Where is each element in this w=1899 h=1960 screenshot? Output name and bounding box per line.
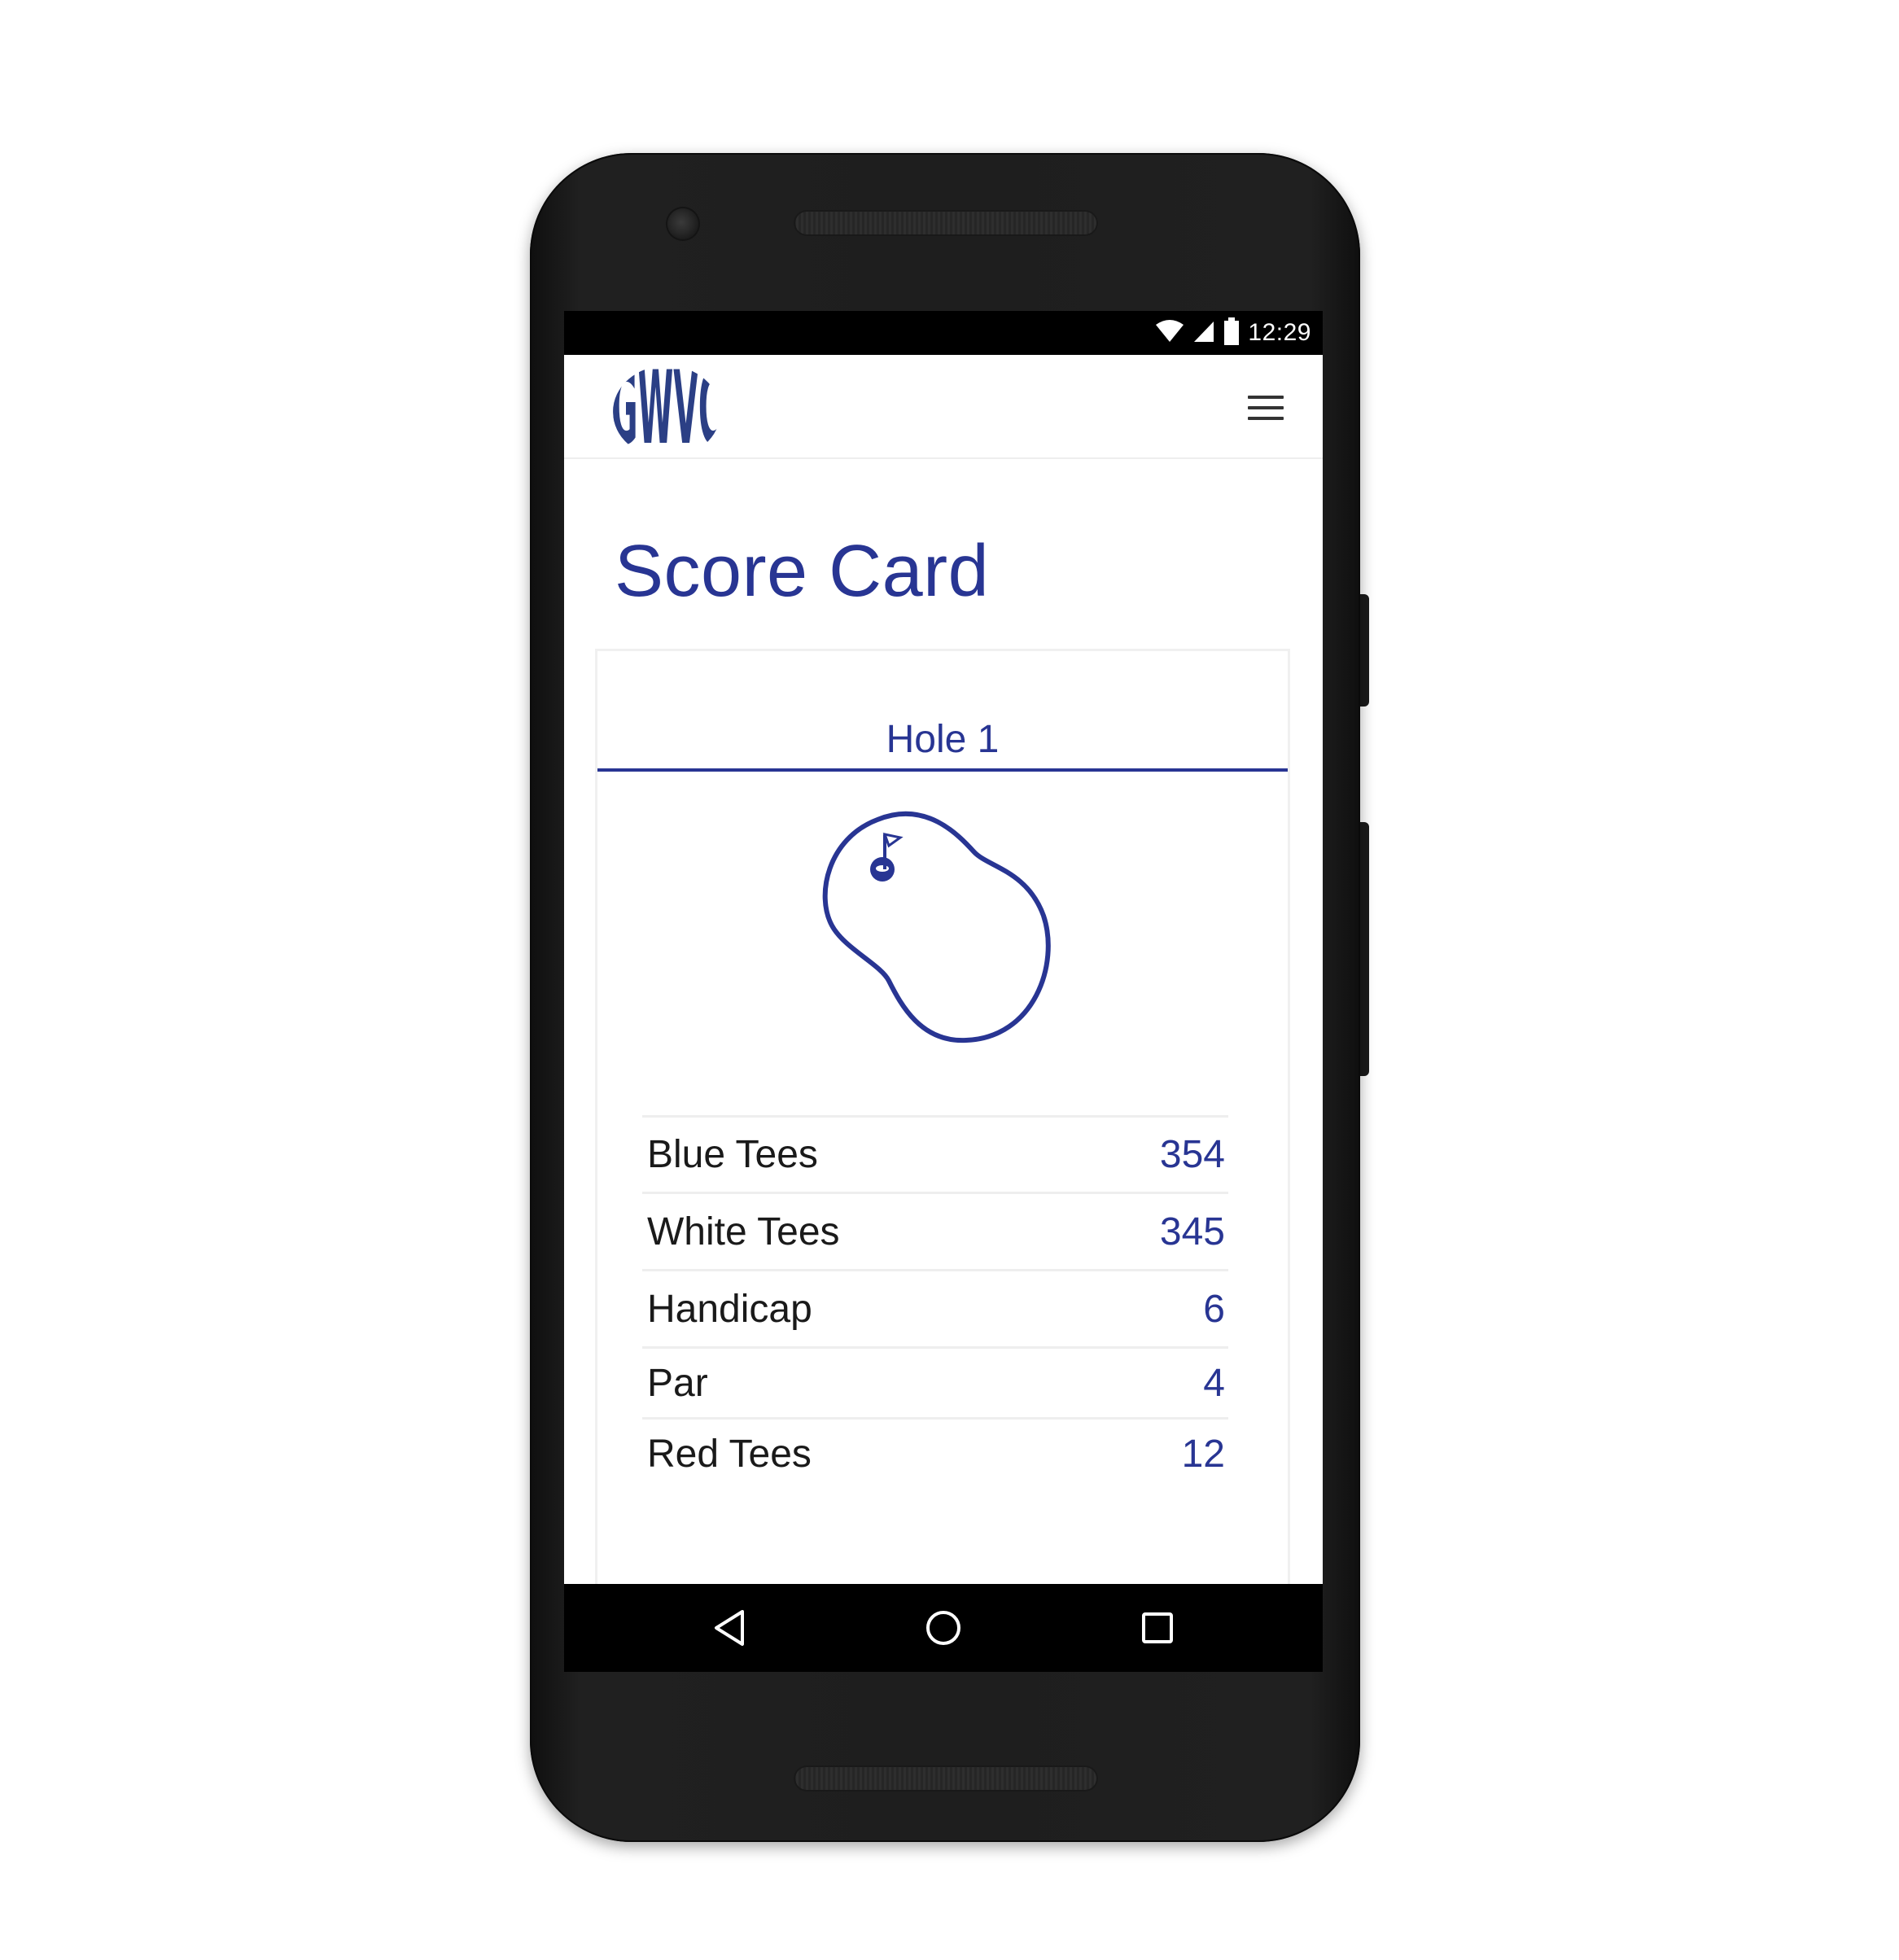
golf-green-flag-icon — [799, 802, 1068, 1070]
stat-value: 6 — [1203, 1287, 1225, 1331]
tab-hole-1[interactable]: Hole 1 — [597, 651, 1288, 772]
stat-value: 354 — [1159, 1133, 1225, 1176]
logo-text: GWVC — [611, 365, 722, 461]
stat-value: 4 — [1203, 1361, 1225, 1405]
stat-label: Blue Tees — [647, 1133, 818, 1176]
home-circle-icon[interactable] — [919, 1603, 968, 1652]
hamburger-menu-icon[interactable] — [1241, 387, 1290, 428]
back-triangle-icon[interactable] — [705, 1603, 754, 1652]
earpiece-speaker — [794, 210, 1098, 236]
stat-label: Handicap — [647, 1287, 812, 1331]
stat-value: 12 — [1181, 1433, 1225, 1476]
hole-card: Hole 1 Blue Tees 354 White Tees 345 Hand… — [595, 649, 1290, 1672]
stat-row-red-tees: Red Tees 12 — [642, 1417, 1228, 1489]
hole-tab-label: Hole 1 — [886, 718, 1000, 761]
stat-label: Red Tees — [647, 1433, 812, 1476]
gwvc-logo[interactable]: GWVC — [611, 365, 725, 461]
stat-row-handicap: Handicap 6 — [642, 1269, 1228, 1346]
stage: 12:29 GWVC Score Card Hole 1 Blue Tees 3… — [0, 0, 1899, 1960]
phone-screen: 12:29 GWVC Score Card Hole 1 Blue Tees 3… — [564, 311, 1323, 1672]
status-bar: 12:29 — [564, 311, 1323, 355]
bottom-speaker — [794, 1765, 1098, 1792]
front-camera — [667, 208, 698, 239]
stat-row-par: Par 4 — [642, 1346, 1228, 1417]
page-title: Score Card — [615, 531, 990, 612]
app-bar: GWVC — [564, 355, 1323, 459]
stat-row-white-tees: White Tees 345 — [642, 1192, 1228, 1269]
stat-row-blue-tees: Blue Tees 354 — [642, 1115, 1228, 1192]
stat-label: Par — [647, 1361, 708, 1405]
stat-label: White Tees — [647, 1210, 840, 1253]
stat-value: 345 — [1159, 1210, 1225, 1253]
hole-stats-list: Blue Tees 354 White Tees 345 Handicap 6 … — [642, 1115, 1228, 1489]
battery-icon — [1223, 317, 1240, 349]
system-nav-bar — [564, 1584, 1323, 1672]
status-time: 12:29 — [1248, 319, 1311, 346]
cell-signal-icon — [1192, 319, 1215, 348]
wifi-icon — [1155, 319, 1184, 348]
recent-apps-square-icon[interactable] — [1133, 1603, 1182, 1652]
